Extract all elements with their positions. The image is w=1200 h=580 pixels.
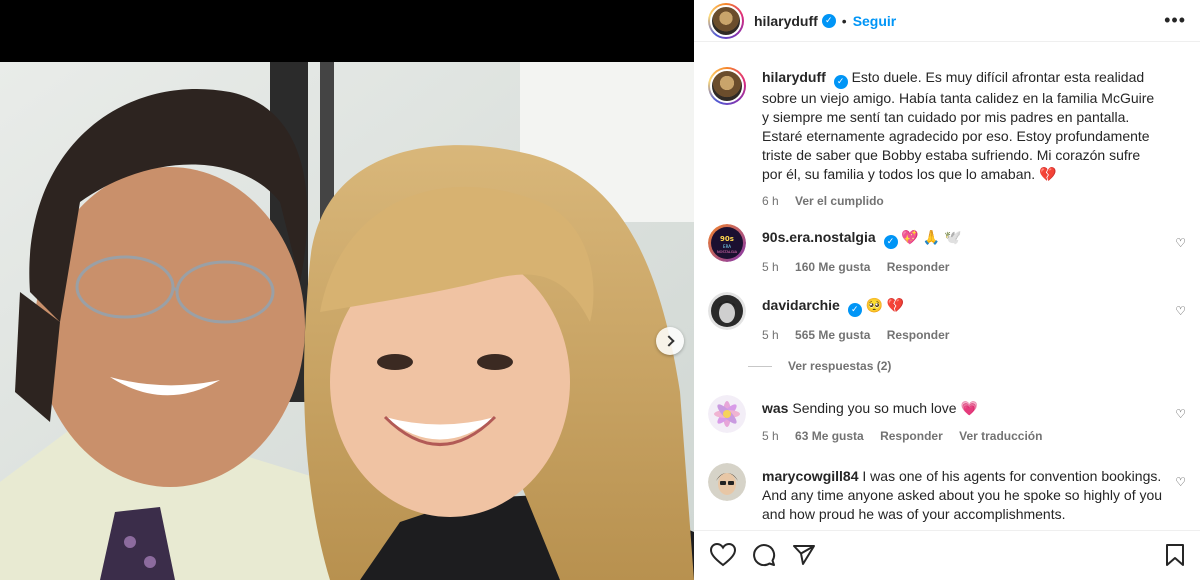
svg-text:ERA: ERA (723, 244, 731, 249)
verified-icon: ✓ (847, 302, 862, 317)
verified-icon: ✓ (833, 74, 848, 89)
reply-button[interactable]: Responder (887, 328, 950, 342)
bookmark-icon[interactable] (1164, 543, 1186, 567)
comment-meta: 5 h 160 Me gusta Responder (762, 258, 1164, 277)
comment-heart-icon[interactable]: ♡ (1175, 304, 1186, 318)
verified-icon: ✓ (821, 13, 836, 28)
caption-row: hilaryduff ✓ Esto duele. Es muy difícil … (708, 67, 1186, 217)
commenter-avatar[interactable] (708, 292, 746, 330)
comment-username[interactable]: was (762, 400, 788, 416)
comment-username[interactable]: marycowgill84 (762, 468, 859, 484)
separator-dot: • (841, 12, 847, 29)
svg-text:90s: 90s (720, 235, 734, 243)
comment-heart-icon[interactable]: ♡ (1175, 475, 1186, 489)
comment-icon[interactable] (752, 543, 776, 567)
see-translation-link[interactable]: Ver el cumplido (795, 194, 884, 208)
caption-time[interactable]: 6 h (762, 194, 779, 208)
comment-text-block: 90s.era.nostalgia ✓ 💖 🙏 🕊️ 5 h 160 Me gu… (762, 228, 1164, 277)
comment-likes[interactable]: 160 Me gusta (795, 260, 870, 274)
next-photo-button[interactable] (656, 327, 684, 355)
reply-button[interactable]: Responder (887, 260, 950, 274)
post-actions (694, 530, 1200, 580)
commenter-avatar[interactable]: 90s ERA NOSTALGIA (708, 224, 746, 262)
comment-heart-icon[interactable]: ♡ (1175, 236, 1186, 250)
commenter-avatar[interactable] (708, 463, 746, 501)
comment-likes[interactable]: 63 Me gusta (795, 429, 864, 443)
svg-text:NOSTALGIA: NOSTALGIA (717, 250, 738, 254)
comment-username[interactable]: davidarchie (762, 297, 840, 313)
comment-time[interactable]: 5 h (762, 260, 779, 274)
post-sidebar: hilaryduff ✓ • Seguir ••• hilaryduff ✓ E… (694, 0, 1200, 580)
share-icon[interactable] (792, 543, 816, 567)
comments-list[interactable]: hilaryduff ✓ Esto duele. Es muy difícil … (694, 43, 1200, 530)
comment-text: Sending you so much love (792, 400, 957, 416)
commenter-avatar[interactable] (708, 395, 746, 433)
replies-divider (748, 365, 772, 367)
comment-meta: 5 h 63 Me gusta Responder Ver traducción (762, 427, 1164, 446)
comment-row: 90s ERA NOSTALGIA 90s.era.nostalgia ✓ 💖 … (708, 224, 1186, 274)
heart-icon[interactable] (710, 543, 736, 567)
view-replies-label: Ver respuestas (2) (788, 359, 892, 373)
post-photo (0, 62, 694, 580)
author-username[interactable]: hilaryduff (754, 13, 818, 29)
comment-row: marycowgill84 I was one of his agents fo… (708, 463, 1186, 530)
comment-likes[interactable]: 565 Me gusta (795, 328, 870, 342)
comment-emoji: 🥺 💔 (865, 297, 905, 313)
translate-link[interactable]: Ver traducción (959, 429, 1042, 443)
broken-heart-emoji: 💔 (1039, 165, 1057, 182)
photo-illustration (0, 62, 694, 580)
author-avatar[interactable] (708, 2, 744, 39)
caption-username[interactable]: hilaryduff (762, 69, 826, 85)
comment-username[interactable]: 90s.era.nostalgia (762, 229, 876, 245)
comment-meta: 5 h 565 Me gusta Responder (762, 326, 1164, 345)
verified-icon: ✓ (883, 234, 898, 249)
comment-time[interactable]: 5 h (762, 429, 779, 443)
comment-emoji: 💗 (960, 400, 978, 416)
comment-heart-icon[interactable]: ♡ (1175, 407, 1186, 421)
reply-button[interactable]: Responder (880, 429, 943, 443)
comment-text-block: was Sending you so much love 💗 5 h 63 Me… (762, 399, 1164, 446)
comment-time[interactable]: 5 h (762, 328, 779, 342)
more-icon[interactable]: ••• (1164, 10, 1186, 31)
caption-text: Esto duele. Es muy difícil afrontar esta… (762, 69, 1155, 182)
comment-row: was Sending you so much love 💗 5 h 63 Me… (708, 395, 1186, 445)
caption-meta: 6 h Ver el cumplido (762, 192, 1164, 211)
comment-text-block: marycowgill84 I was one of his agents fo… (762, 467, 1164, 524)
comment-text-block: davidarchie ✓ 🥺 💔 5 h 565 Me gusta Respo… (762, 296, 1164, 345)
post-header: hilaryduff ✓ • Seguir ••• (694, 0, 1200, 42)
post-media[interactable] (0, 0, 694, 580)
comment-emoji: 💖 🙏 🕊️ (901, 229, 962, 245)
comment-row: davidarchie ✓ 🥺 💔 5 h 565 Me gusta Respo… (708, 292, 1186, 342)
caption-avatar[interactable] (708, 67, 746, 105)
follow-button[interactable]: Seguir (853, 13, 897, 29)
chevron-right-icon (662, 335, 675, 347)
view-replies-link[interactable]: Ver respuestas (2) (748, 359, 891, 373)
caption-text-block: hilaryduff ✓ Esto duele. Es muy difícil … (762, 68, 1164, 211)
